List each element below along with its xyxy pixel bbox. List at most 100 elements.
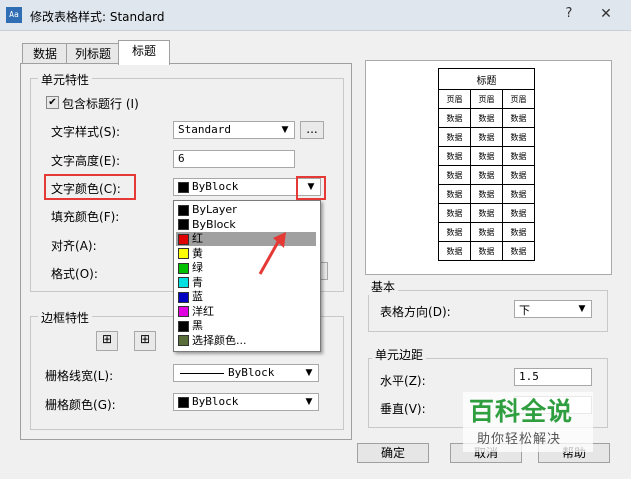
color-swatch-icon bbox=[178, 277, 189, 288]
text-style-browse-button[interactable]: ... bbox=[300, 121, 324, 139]
grid-color-select[interactable]: ByBlock ▼ bbox=[173, 393, 319, 411]
color-option[interactable]: ByLayer bbox=[176, 203, 316, 217]
color-swatch-icon bbox=[178, 248, 189, 259]
color-option[interactable]: 洋红 bbox=[176, 305, 316, 319]
color-swatch-icon bbox=[178, 204, 189, 216]
fill-color-label: 填充颜色(F): bbox=[51, 210, 120, 224]
preview-data-cell: 数据 bbox=[502, 184, 535, 204]
preview-data-cell: 数据 bbox=[438, 203, 471, 223]
title-bar: Aa 修改表格样式: Standard ? ✕ bbox=[0, 0, 631, 31]
color-option[interactable]: 黑 bbox=[176, 319, 316, 333]
chevron-down-icon: ▼ bbox=[281, 125, 289, 135]
all-borders-button[interactable]: ⊞ bbox=[96, 331, 118, 351]
tab-data[interactable]: 数据 bbox=[22, 43, 68, 64]
color-option-label: ByLayer bbox=[192, 203, 237, 216]
watermark: 百科全说 助你轻松解决 bbox=[463, 392, 593, 452]
preview-data-cell: 数据 bbox=[438, 222, 471, 242]
annotation-arrow-icon bbox=[258, 232, 286, 275]
preview-table: 标题 页眉 页眉 页眉 数据 数据 数据 数据 数据 数据 数据 数据 数据 数据 数据 数据 数据 数据… bbox=[438, 68, 535, 261]
window-title: 修改表格样式: Standard bbox=[30, 10, 165, 24]
table-direction-select[interactable]: 下 ▼ bbox=[514, 300, 592, 318]
line-weight-select[interactable]: ByBlock ▼ bbox=[173, 364, 319, 382]
preview-data-cell: 数据 bbox=[438, 184, 471, 204]
line-weight-label: 栅格线宽(L): bbox=[45, 369, 114, 383]
ok-button[interactable]: 确定 bbox=[357, 443, 429, 463]
chevron-down-icon: ▼ bbox=[578, 304, 586, 314]
chevron-down-icon: ▼ bbox=[305, 397, 313, 407]
text-style-select[interactable]: Standard ▼ bbox=[173, 121, 295, 139]
preview-data-cell: 数据 bbox=[502, 165, 535, 185]
all-borders-icon: ⊞ bbox=[101, 332, 113, 346]
preview-data-cell: 数据 bbox=[502, 146, 535, 166]
basic-title: 基本 bbox=[368, 278, 399, 295]
text-style-label: 文字样式(S): bbox=[51, 125, 121, 139]
preview-data-cell: 数据 bbox=[438, 146, 471, 166]
line-sample-icon bbox=[180, 373, 224, 374]
preview-data-cell: 数据 bbox=[470, 222, 503, 242]
text-height-input[interactable]: 6 bbox=[173, 150, 295, 168]
preview-data-cell: 数据 bbox=[502, 241, 535, 261]
color-option-label: 蓝 bbox=[192, 290, 203, 303]
cell-margins-title: 单元边距 bbox=[372, 346, 427, 363]
preview-data-cell: 数据 bbox=[438, 241, 471, 261]
grid-color-value: ByBlock bbox=[192, 395, 239, 408]
preview-data-cell: 数据 bbox=[438, 127, 471, 147]
preview-data-cell: 数据 bbox=[470, 146, 503, 166]
color-option[interactable]: 红 bbox=[176, 232, 316, 247]
preview-title: 标题 bbox=[438, 68, 535, 90]
border-properties-title: 边框特性 bbox=[38, 309, 93, 326]
color-option-label: 选择颜色... bbox=[192, 333, 247, 347]
line-weight-value: ByBlock bbox=[228, 366, 275, 379]
help-icon[interactable]: ? bbox=[555, 4, 583, 24]
tab-column-header[interactable]: 列标题 bbox=[66, 43, 120, 64]
color-option-label: 绿 bbox=[192, 261, 203, 274]
color-option[interactable]: 蓝 bbox=[176, 290, 316, 304]
preview-data-cell: 数据 bbox=[470, 127, 503, 147]
color-option[interactable]: 绿 bbox=[176, 261, 316, 275]
color-dropdown-list: ByLayer ByBlock 红黄绿青蓝洋红黑选择颜色... bbox=[173, 200, 321, 352]
color-swatch-icon bbox=[178, 291, 189, 303]
preview-data-cell: 数据 bbox=[470, 108, 503, 128]
format-label: 格式(O): bbox=[51, 267, 98, 281]
color-option-label: 黄 bbox=[192, 246, 203, 260]
color-swatch-icon bbox=[178, 306, 189, 317]
preview-data-cell: 数据 bbox=[470, 165, 503, 185]
color-option[interactable]: 选择颜色... bbox=[176, 334, 316, 348]
preview-header-cell: 页眉 bbox=[438, 89, 471, 109]
cell-properties-title: 单元特性 bbox=[38, 71, 93, 88]
table-preview: 标题 页眉 页眉 页眉 数据 数据 数据 数据 数据 数据 数据 数据 数据 数据 数据 数据 数据 数据… bbox=[365, 60, 612, 275]
color-swatch-icon bbox=[178, 335, 189, 346]
table-style-icon: Aa bbox=[6, 7, 22, 23]
color-option[interactable]: 黄 bbox=[176, 247, 316, 261]
preview-data-cell: 数据 bbox=[438, 165, 471, 185]
color-option[interactable]: 青 bbox=[176, 276, 316, 290]
horizontal-margin-label: 水平(Z): bbox=[380, 374, 426, 388]
preview-data-cell: 数据 bbox=[470, 203, 503, 223]
preview-data-cell: 数据 bbox=[502, 108, 535, 128]
dropdown-arrow-highlight bbox=[296, 176, 326, 200]
horizontal-margin-input[interactable]: 1.5 bbox=[514, 368, 592, 386]
color-option-label: 红 bbox=[192, 232, 203, 245]
include-title-row-checkbox[interactable]: ✔ bbox=[46, 96, 59, 109]
preview-data-cell: 数据 bbox=[470, 184, 503, 204]
align-label: 对齐(A): bbox=[51, 239, 97, 253]
text-color-label-highlight bbox=[44, 174, 136, 200]
color-option-label: ByBlock bbox=[192, 217, 236, 231]
color-option-label: 黑 bbox=[192, 319, 203, 332]
color-option[interactable]: ByBlock bbox=[176, 218, 316, 232]
color-swatch-icon bbox=[178, 320, 189, 332]
color-option-label: 洋红 bbox=[192, 304, 214, 318]
color-swatch-icon bbox=[178, 262, 189, 274]
chevron-down-icon: ▼ bbox=[305, 368, 313, 378]
preview-data-cell: 数据 bbox=[438, 108, 471, 128]
color-option-label: 青 bbox=[192, 275, 203, 289]
preview-header-cell: 页眉 bbox=[470, 89, 503, 109]
preview-data-cell: 数据 bbox=[502, 222, 535, 242]
watermark-subtitle: 助你轻松解决 bbox=[477, 432, 562, 447]
inside-borders-icon: ⊞ bbox=[139, 332, 151, 346]
tab-title[interactable]: 标题 bbox=[118, 40, 170, 65]
outside-borders-button[interactable]: ⊞ bbox=[134, 331, 156, 351]
color-swatch-icon bbox=[178, 233, 189, 245]
close-icon[interactable]: ✕ bbox=[590, 4, 622, 24]
text-style-value: Standard bbox=[178, 123, 231, 136]
